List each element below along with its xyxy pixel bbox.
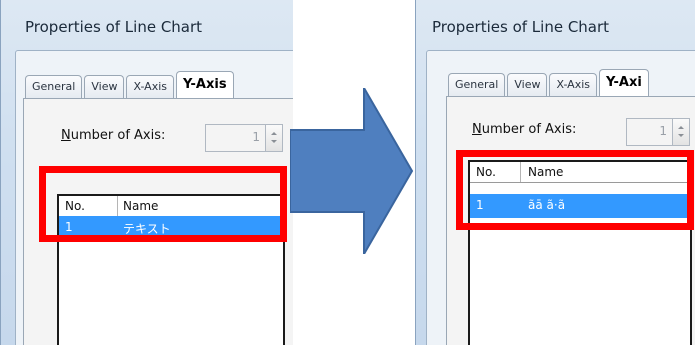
tab-view[interactable]: View [507,73,548,96]
tab-strip: General View X-Axis Y-Axis [25,71,236,98]
red-highlight-box [39,166,287,242]
tab-x-axis[interactable]: X-Axis [126,75,175,98]
number-of-axis-spinner[interactable]: 1 [626,118,690,146]
tab-strip: General View X-Axis Y-Axi [448,69,651,96]
spin-up-icon[interactable] [678,126,684,129]
tab-view[interactable]: View [84,75,125,98]
spin-down-icon[interactable] [678,134,684,137]
red-highlight-box [456,150,694,230]
tab-general[interactable]: General [448,73,506,96]
number-of-axis-label: Number of Axis: [472,122,577,137]
spin-down-icon[interactable] [271,140,277,143]
number-of-axis-label: Number of Axis: [61,128,166,143]
properties-dialog-after: Properties of Line Chart General View X-… [415,0,695,345]
tab-x-axis[interactable]: X-Axis [549,73,598,96]
dialog-title: Properties of Line Chart [432,18,610,36]
spinner-buttons[interactable] [672,119,689,145]
tab-y-axis[interactable]: Y-Axis [176,71,234,98]
number-of-axis-spinner[interactable]: 1 [205,124,283,152]
spinner-value: 1 [252,130,260,144]
tab-general[interactable]: General [25,75,83,98]
tab-y-axis[interactable]: Y-Axi [599,69,649,96]
dialog-title: Properties of Line Chart [25,18,203,36]
spinner-value: 1 [659,124,667,138]
spin-up-icon[interactable] [271,132,277,135]
properties-dialog-before: Properties of Line Chart General View X-… [0,0,293,345]
spinner-buttons[interactable] [265,125,282,151]
right-arrow-icon [290,88,414,254]
